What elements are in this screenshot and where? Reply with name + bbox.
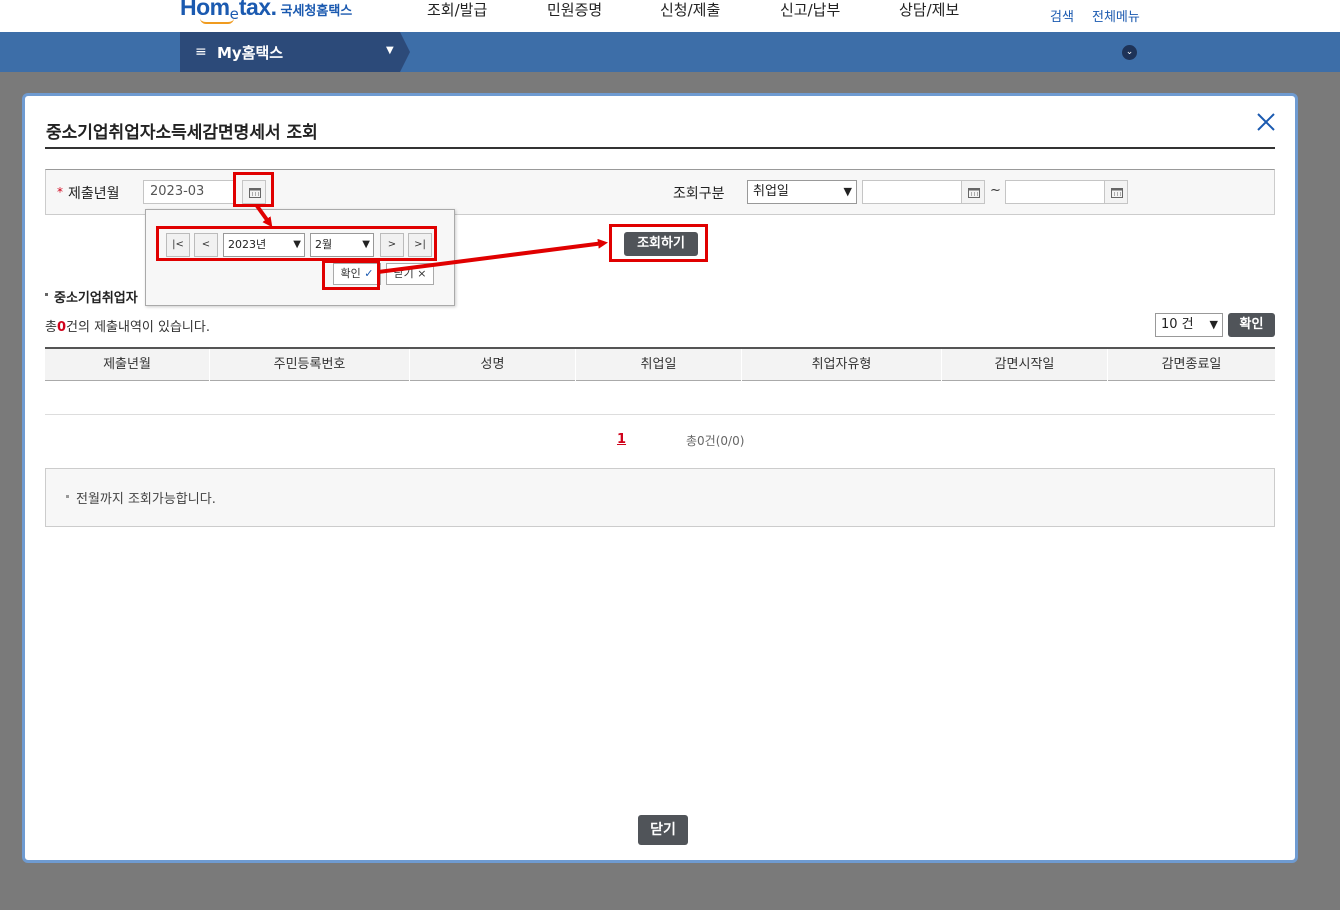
submit-month-input[interactable]: 2023-03 (143, 180, 235, 204)
annotation-box-month-picker (156, 226, 437, 261)
column-header[interactable]: 성명 (410, 349, 576, 381)
annotation-box-calendar (233, 172, 274, 207)
close-button[interactable]: 닫기 (638, 815, 688, 845)
my-hometax-navbar: ≡ My홈택스 ▼ ⌄ (0, 32, 1340, 72)
navbar-left-section[interactable] (180, 32, 410, 72)
close-icon[interactable] (1254, 110, 1278, 134)
hamburger-icon[interactable]: ≡ (195, 44, 207, 60)
column-header[interactable]: 감면시작일 (942, 349, 1108, 381)
count-prefix: 총 (45, 320, 57, 335)
gnb-item-inquiry[interactable]: 조회/발급 (427, 0, 487, 20)
calendar-close-label: 닫기 (393, 267, 414, 280)
gnb-item-certificate[interactable]: 민원증명 (547, 0, 602, 20)
util-all-menu-link[interactable]: 전체메뉴 (1092, 6, 1140, 25)
notice-text: 전월까지 조회가능합니다. (76, 492, 216, 507)
notice-box: 전월까지 조회가능합니다. (45, 468, 1275, 527)
table-header: 제출년월 주민등록번호 성명 취업일 취업자유형 감면시작일 감면종료일 (45, 347, 1275, 381)
from-date-calendar-button[interactable] (961, 180, 985, 204)
column-header[interactable]: 취업자유형 (742, 349, 942, 381)
top-header: Hom e tax. 국세청홈택스 조회/발급 민원증명 신청/제출 신고/납부 상… (0, 0, 1340, 32)
range-tilde: ~ (990, 183, 1001, 198)
logo-subtitle: 국세청홈택스 (280, 4, 353, 19)
column-header[interactable]: 제출년월 (45, 349, 210, 381)
close-x-icon: × (417, 267, 427, 280)
annotation-box-confirm (322, 260, 380, 290)
gnb-item-application[interactable]: 신청/제출 (660, 0, 720, 20)
paging-current-page[interactable]: 1 (617, 432, 626, 447)
query-type-label: 조회구분 (673, 186, 725, 202)
column-header[interactable]: 주민등록번호 (210, 349, 410, 381)
section-title: 중소기업취업자 (54, 291, 138, 306)
calendar-close-button[interactable]: 닫기 × (386, 263, 434, 285)
chevron-down-circle-icon[interactable]: ⌄ (1122, 45, 1137, 60)
calendar-icon (1111, 188, 1123, 198)
column-header[interactable]: 취업일 (576, 349, 742, 381)
title-divider (45, 147, 1275, 149)
page-size-value: 10 건 (1161, 317, 1194, 332)
result-count: 총0건의 제출내역이 있습니다. (45, 316, 210, 335)
submit-month-label: 제출년월 (68, 186, 120, 202)
from-date-input[interactable] (862, 180, 962, 204)
page-size-select[interactable]: 10 건 ▼ (1155, 313, 1223, 337)
logo-swoosh-icon (200, 18, 234, 24)
count-value: 0 (56, 320, 67, 335)
hometax-logo[interactable]: Hom e tax. 국세청홈택스 (180, 0, 352, 24)
notice-bullet (66, 495, 69, 498)
required-mark: * (57, 185, 63, 199)
modal-title: 중소기업취업자소득세감면명세서 조회 (46, 123, 318, 143)
query-type-select[interactable]: 취업일 ▼ (747, 180, 857, 204)
paging-total: 총0건(0/0) (686, 434, 745, 448)
query-type-value: 취업일 (753, 184, 789, 199)
caret-down-icon[interactable]: ▼ (386, 45, 394, 56)
chevron-down-icon: ▼ (1209, 318, 1218, 331)
gnb-item-report-pay[interactable]: 신고/납부 (780, 0, 840, 20)
page-size-confirm-button[interactable]: 확인 (1228, 313, 1275, 337)
modal-dialog: 중소기업취업자소득세감면명세서 조회 * 제출년월 2023-03 조회구분 취… (22, 93, 1298, 863)
column-header[interactable]: 감면종료일 (1108, 349, 1275, 381)
table-body-empty (45, 381, 1275, 415)
to-date-calendar-button[interactable] (1104, 180, 1128, 204)
count-suffix: 건의 제출내역이 있습니다. (66, 320, 210, 335)
util-search-link[interactable]: 검색 (1050, 6, 1074, 25)
logo-text-tail: tax. (238, 0, 277, 20)
calendar-icon (968, 188, 980, 198)
to-date-input[interactable] (1005, 180, 1105, 204)
annotation-box-search (609, 224, 708, 262)
gnb-item-consult[interactable]: 상담/제보 (899, 0, 959, 20)
section-bullet (45, 293, 48, 296)
navbar-title[interactable]: My홈택스 (217, 42, 283, 63)
chevron-down-icon: ▼ (843, 185, 852, 198)
